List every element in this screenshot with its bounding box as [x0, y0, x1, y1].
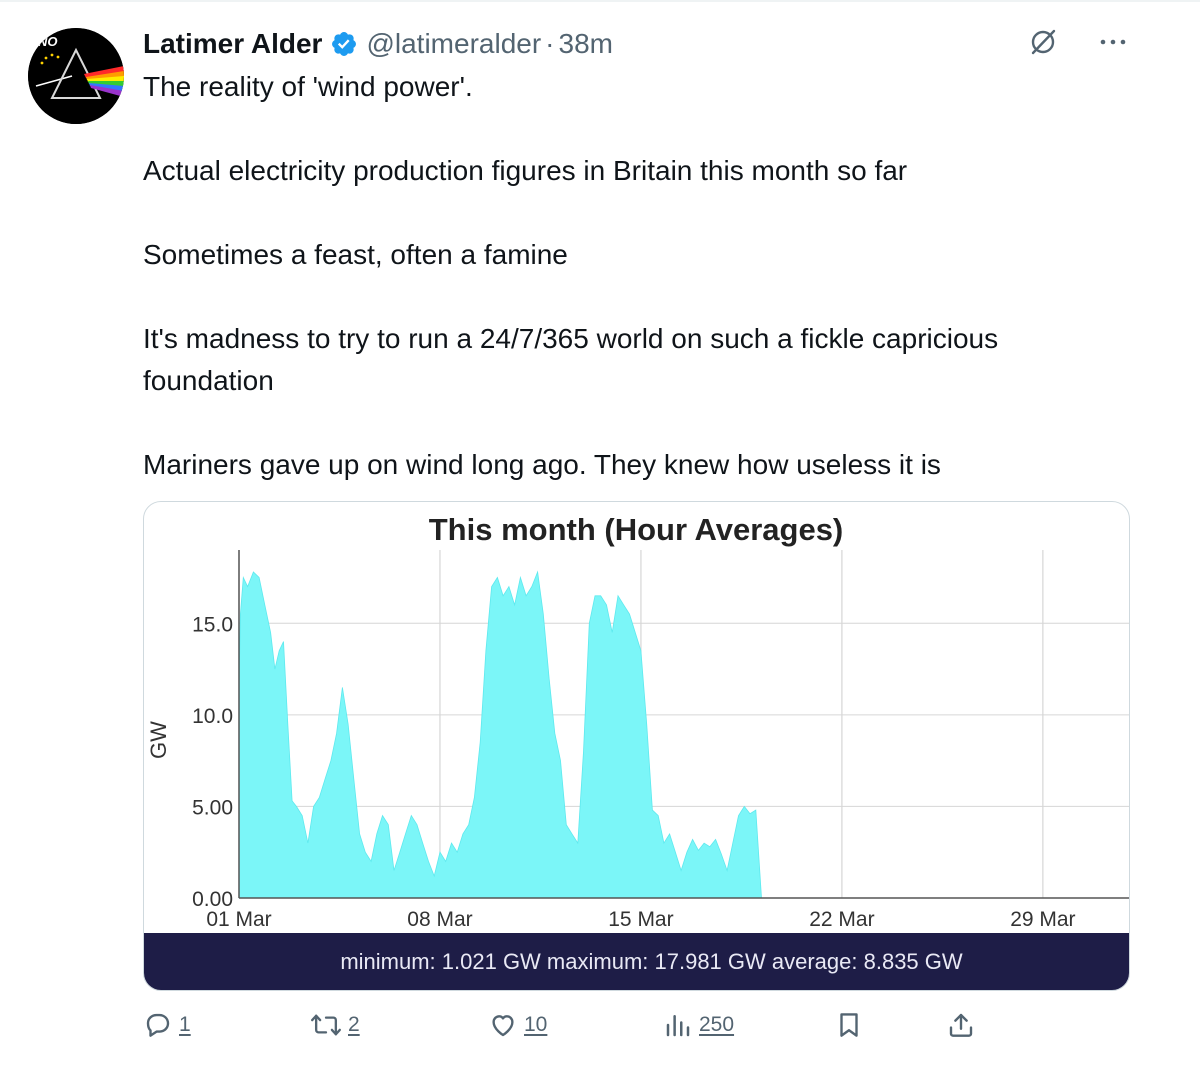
- grok-icon[interactable]: [1028, 27, 1058, 57]
- like-icon: [492, 1015, 514, 1037]
- tweet-text: The reality of 'wind power'. Actual elec…: [143, 66, 1133, 486]
- bookmark-button[interactable]: [834, 1005, 864, 1045]
- like-button[interactable]: 10: [488, 1005, 547, 1045]
- y-tick-label: 5.00: [192, 796, 233, 819]
- tweet-paragraph: Sometimes a feast, often a famine: [143, 239, 568, 270]
- tweet-header: Latimer Alder @latimeralder · 38m: [143, 24, 613, 64]
- wind-power-chart: This month (Hour Averages) GW 0.005.0010…: [146, 512, 1129, 931]
- reply-button[interactable]: 1: [143, 1005, 191, 1045]
- views-icon: [666, 1015, 690, 1037]
- retweet-count: 2: [348, 1013, 360, 1036]
- tweet-paragraph: It's madness to try to run a 24/7/365 wo…: [143, 323, 999, 396]
- share-button[interactable]: [946, 1005, 976, 1045]
- reply-icon: [146, 1013, 170, 1037]
- wind-generation-area: [238, 570, 857, 899]
- y-tick-label: 10.0: [192, 705, 233, 728]
- tweet-action-bar: 1 2 10 250: [143, 1005, 983, 1045]
- views-button[interactable]: 250: [663, 1005, 734, 1045]
- post-timestamp[interactable]: 38m: [559, 28, 613, 60]
- avatar-badge-text: NO: [38, 34, 58, 49]
- header-separator: ·: [545, 28, 555, 59]
- reply-count: 1: [179, 1013, 191, 1036]
- top-divider: [0, 0, 1200, 2]
- author-name[interactable]: Latimer Alder: [143, 28, 322, 60]
- retweet-button[interactable]: 2: [310, 1005, 360, 1045]
- x-tick-label: 08 Mar: [407, 908, 472, 931]
- verified-badge-icon[interactable]: [330, 30, 358, 58]
- chart-title: This month (Hour Averages): [429, 512, 844, 547]
- tweet-paragraph: The reality of 'wind power'.: [143, 71, 473, 102]
- x-tick-label: 22 Mar: [809, 908, 874, 931]
- x-tick-label: 29 Mar: [1010, 908, 1075, 931]
- y-tick-label: 15.0: [192, 613, 233, 636]
- like-count: 10: [524, 1013, 548, 1036]
- retweet-icon: [311, 1014, 341, 1036]
- author-handle[interactable]: @latimeralder: [366, 28, 541, 60]
- x-tick-label: 01 Mar: [206, 908, 271, 931]
- y-axis-label: GW: [146, 721, 171, 759]
- tweet-paragraph: Actual electricity production figures in…: [143, 155, 908, 186]
- chart-image-card[interactable]: This month (Hour Averages) GW 0.00 5.00 10…: [143, 501, 1130, 991]
- bookmark-icon: [840, 1013, 858, 1037]
- share-icon: [949, 1013, 973, 1037]
- more-icon[interactable]: [1096, 27, 1130, 57]
- views-count: 250: [699, 1013, 735, 1036]
- chart-stats-bar: minimum: 1.021 GW maximum: 17.981 GW ave…: [144, 933, 1129, 990]
- tweet-paragraph: Mariners gave up on wind long ago. They …: [143, 449, 941, 480]
- x-tick-label: 15 Mar: [608, 908, 673, 931]
- author-avatar[interactable]: NO: [28, 28, 124, 124]
